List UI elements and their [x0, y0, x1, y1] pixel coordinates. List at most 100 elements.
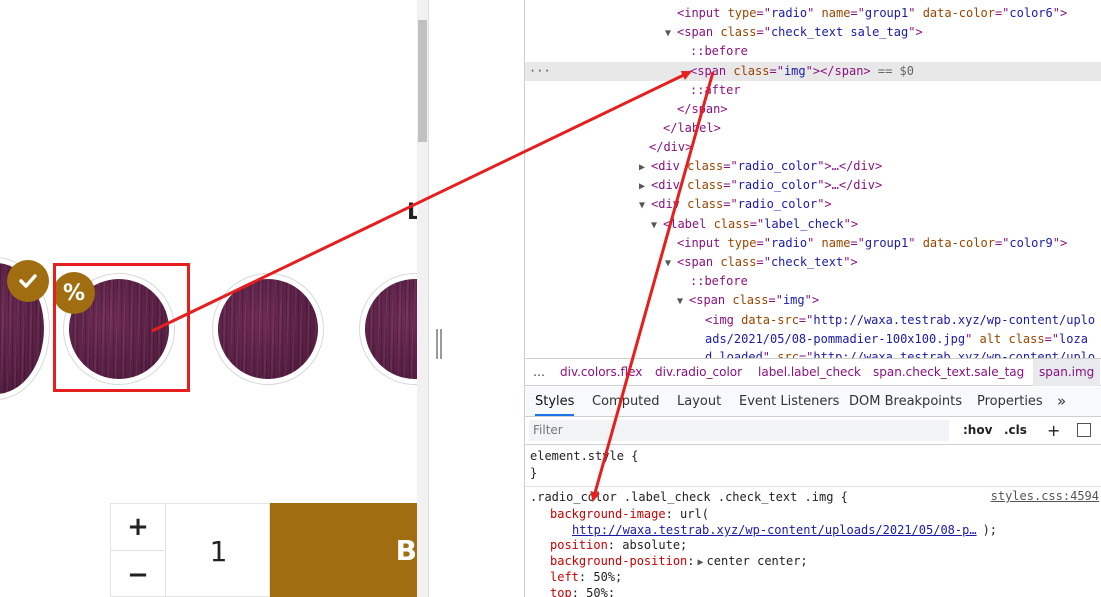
prop-name: background-position: [550, 554, 688, 568]
dom-node[interactable]: ▶ <div class="radio_color">…</div>: [525, 176, 1101, 195]
dom-token: type: [727, 6, 757, 20]
expand-triangle-icon[interactable]: ▼: [651, 216, 663, 235]
dom-node[interactable]: ▼ <span class="img">: [525, 291, 1101, 310]
breadcrumb-item[interactable]: span.check_text.sale_tag: [873, 359, 1024, 386]
dom-token: <span: [690, 64, 734, 78]
dom-node-selected[interactable]: <span class="img"></span> == $0 ···: [525, 62, 1101, 81]
css-prop-left[interactable]: left: 50%;: [550, 569, 622, 585]
dom-token: check_text sale_tag: [770, 25, 909, 39]
tab-event-listeners[interactable]: Event Listeners: [739, 387, 839, 416]
dom-node[interactable]: ::before: [525, 42, 1101, 61]
dom-token: class: [687, 159, 724, 173]
dom-node[interactable]: ads/2021/05/08-pommadier-100x100.jpg" al…: [525, 330, 1101, 349]
breadcrumb-item[interactable]: div.colors.flex: [560, 359, 642, 386]
dom-token: =": [798, 313, 814, 327]
dom-token: type: [727, 236, 757, 250]
breadcrumb-item[interactable]: span.img: [1033, 359, 1101, 386]
dom-token: =": [768, 293, 783, 307]
dom-node[interactable]: <input type="radio" name="group1" data-c…: [525, 4, 1101, 23]
tab--[interactable]: »: [1057, 387, 1066, 416]
dom-node[interactable]: </label>: [525, 119, 1101, 138]
page-scrollbar-thumb[interactable]: [418, 20, 427, 142]
dom-token: radio: [770, 6, 808, 20]
prop-name: position: [550, 538, 608, 552]
expand-triangle-icon[interactable]: ▼: [665, 254, 677, 273]
dom-token: "></span>: [805, 64, 871, 78]
expand-triangle-icon[interactable]: ▶: [695, 555, 707, 571]
dom-node[interactable]: ▼ <span class="check_text sale_tag">: [525, 23, 1101, 42]
css-rule-selector[interactable]: .radio_color .label_check .check_text .i…: [530, 489, 848, 505]
dom-node[interactable]: ▼ <span class="check_text">: [525, 253, 1101, 272]
styles-filter-input[interactable]: Filter: [529, 420, 949, 441]
css-prop-background-image-url[interactable]: http://waxa.testrab.xyz/wp-content/uploa…: [572, 522, 997, 538]
breadcrumb-item[interactable]: div.radio_color: [655, 359, 742, 386]
expand-triangle-icon[interactable]: ▶: [639, 158, 651, 177]
dom-token: ">: [804, 293, 820, 307]
quantity-minus-button[interactable]: −: [111, 551, 166, 597]
dom-node[interactable]: ::after: [525, 81, 1101, 100]
more-actions-icon[interactable]: ···: [529, 62, 551, 81]
buy-button[interactable]: B: [270, 503, 417, 597]
dom-node[interactable]: ▶ <div class="radio_color">…</div>: [525, 157, 1101, 176]
quantity-value[interactable]: 1: [166, 504, 271, 597]
background-image-url-link[interactable]: http://waxa.testrab.xyz/wp-content/uploa…: [572, 523, 977, 537]
color-swatch-3[interactable]: [212, 273, 324, 385]
dom-node[interactable]: </span>: [525, 100, 1101, 119]
tab-styles[interactable]: Styles: [535, 387, 575, 416]
css-prop-position[interactable]: position: absolute;: [550, 537, 687, 553]
dom-node[interactable]: ▼ <label class="label_check">: [525, 215, 1101, 234]
prop-name: background-image: [550, 507, 666, 521]
css-rule-source-link[interactable]: styles.css:4594: [991, 489, 1099, 503]
dom-node[interactable]: </div>: [525, 138, 1101, 157]
annotation-highlight-box: [53, 263, 190, 392]
panel-resize-handle[interactable]: [436, 329, 442, 359]
css-prop-background-position[interactable]: background-position: ▶ center center;: [550, 553, 808, 569]
dom-node[interactable]: <img data-src="http://waxa.testrab.xyz/w…: [525, 311, 1101, 330]
dom-token: </label>: [663, 121, 721, 135]
dom-token: <div: [651, 159, 688, 173]
breadcrumb-item[interactable]: …: [533, 359, 545, 386]
dom-token: name: [821, 236, 851, 250]
new-rule-button[interactable]: +: [1047, 417, 1060, 444]
toggle-sidebar-icon[interactable]: [1077, 423, 1091, 437]
expand-triangle-icon[interactable]: ▼: [677, 292, 689, 311]
dom-token: <img: [705, 313, 742, 327]
color-swatch-4[interactable]: [359, 273, 417, 385]
dom-node[interactable]: ▼ <div class="radio_color">: [525, 195, 1101, 214]
css-prop-background-image[interactable]: background-image: url(: [550, 506, 709, 522]
prop-value: url(: [680, 507, 709, 521]
dom-token: data-src: [741, 313, 799, 327]
dom-token: ">: [817, 197, 832, 211]
breadcrumb: … div.colors.flex div.radio_color label.lab…: [525, 358, 1101, 386]
expand-triangle-icon[interactable]: ▼: [639, 196, 651, 215]
dom-token: <input: [677, 236, 728, 250]
dom-node[interactable]: <input type="radio" name="group1" data-c…: [525, 234, 1101, 253]
breadcrumb-item[interactable]: label.label_check: [758, 359, 861, 386]
dom-token: =": [723, 197, 738, 211]
expand-triangle-icon[interactable]: ▼: [665, 24, 677, 43]
dom-node[interactable]: ::before: [525, 272, 1101, 291]
cls-toggle[interactable]: .cls: [1004, 417, 1027, 444]
dom-token: <label: [663, 217, 714, 231]
tab-dom-breakpoints[interactable]: DOM Breakpoints: [849, 387, 962, 416]
dom-token: color9: [1009, 236, 1053, 250]
hov-toggle[interactable]: :hov: [963, 417, 992, 444]
dom-token: ">…</div>: [817, 178, 883, 192]
dom-token: data-color: [922, 236, 995, 250]
dom-token: ">: [1052, 236, 1068, 250]
dom-token: name: [821, 6, 851, 20]
css-prop-top[interactable]: top: 50%;: [550, 585, 615, 597]
element-style-selector[interactable]: element.style {: [530, 448, 638, 464]
dom-token: =": [756, 25, 771, 39]
dom-token: img: [783, 64, 806, 78]
expand-triangle-icon[interactable]: ▶: [639, 177, 651, 196]
dom-token: radio_color: [737, 159, 818, 173]
tab-layout[interactable]: Layout: [677, 387, 721, 416]
tab-properties[interactable]: Properties: [977, 387, 1043, 416]
quantity-plus-button[interactable]: +: [111, 504, 166, 551]
tab-computed[interactable]: Computed: [592, 387, 660, 416]
dom-token: <div: [651, 178, 688, 192]
dom-token: =": [756, 255, 771, 269]
dom-token: class: [720, 25, 757, 39]
dom-token: ">: [843, 255, 858, 269]
